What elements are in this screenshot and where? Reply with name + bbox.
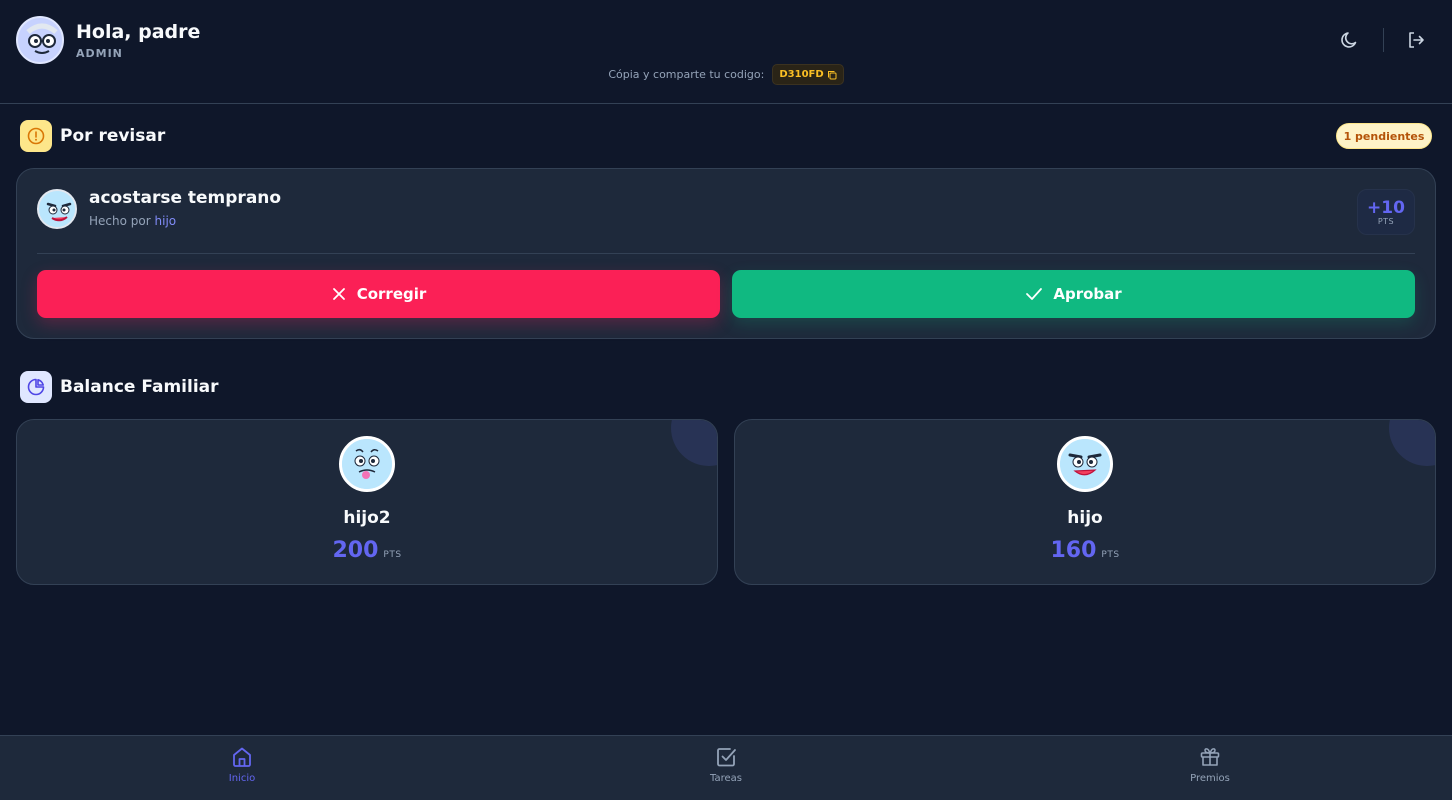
correct-button[interactable]: Corregir [37,270,720,318]
child-balance-card[interactable]: hijo2 200 PTS [16,419,718,585]
approve-button[interactable]: Aprobar [732,270,1415,318]
user-role: ADMIN [76,47,123,60]
pie-chart-icon [20,371,52,403]
review-task-card: acostarse temprano Hecho por hijo +10 PT… [16,168,1436,339]
home-icon [233,747,251,767]
greeting-title: Hola, padre [76,21,201,43]
child-balance-card[interactable]: hijo 160 PTS [734,419,1436,585]
share-code-row: Cópia y comparte tu codigo: D310FD [0,64,1452,85]
review-section-title: Por revisar [60,126,166,146]
parent-avatar[interactable] [16,16,64,64]
alert-icon [20,120,52,152]
copy-icon [827,70,837,79]
child-avatar [339,436,395,492]
logout-icon [1409,32,1424,48]
child-name: hijo2 [343,508,391,528]
card-corner-decoration [671,420,717,466]
child-avatar [1057,436,1113,492]
nav-item-tareas[interactable]: Tareas [484,736,968,800]
task-points-box: +10 PTS [1357,189,1415,235]
nav-label-premios: Premios [1190,773,1230,784]
checkbox-icon [717,748,736,767]
check-icon [1026,288,1043,300]
share-code-label: Cópia y comparte tu codigo: [608,68,765,81]
approve-button-label: Aprobar [1053,285,1122,303]
child-points: 160 PTS [735,538,1435,563]
task-done-by: Hecho por hijo [89,214,176,228]
done-by-child: hijo [154,214,177,228]
child-points-unit: PTS [383,550,402,560]
header-divider [1383,28,1384,52]
done-by-prefix: Hecho por [89,214,151,228]
balance-section-title: Balance Familiar [60,377,219,397]
bottom-navigation: Inicio Tareas Premios [0,735,1452,800]
family-code-value: D310FD [779,69,824,80]
balance-section-header: Balance Familiar [20,371,219,403]
gift-icon [1200,748,1220,766]
child-points-value: 160 [1050,538,1097,563]
task-points-value: +10 [1367,197,1405,218]
nav-label-inicio: Inicio [228,773,256,784]
child-avatar [37,189,77,229]
family-code-chip[interactable]: D310FD [772,64,844,85]
moon-icon [1341,32,1357,48]
task-name: acostarse temprano [89,188,282,208]
child-points: 200 PTS [17,538,717,563]
child-name: hijo [1067,508,1103,528]
nav-label-tareas: Tareas [710,773,742,784]
pending-count-badge: 1 pendientes [1336,123,1432,149]
card-divider [37,253,1415,254]
theme-toggle-button[interactable] [1336,26,1364,54]
close-icon [332,288,345,300]
review-section-header: Por revisar [20,120,165,152]
logout-button[interactable] [1402,26,1430,54]
app-header: Hola, padre ADMIN Cópia y comparte tu co… [0,0,1452,104]
task-points-unit: PTS [1377,216,1395,226]
correct-button-label: Corregir [356,285,427,303]
nav-item-inicio[interactable]: Inicio [0,736,484,800]
nav-item-premios[interactable]: Premios [968,736,1452,800]
child-points-value: 200 [332,538,379,563]
child-points-unit: PTS [1101,550,1120,560]
card-corner-decoration [1389,420,1435,466]
